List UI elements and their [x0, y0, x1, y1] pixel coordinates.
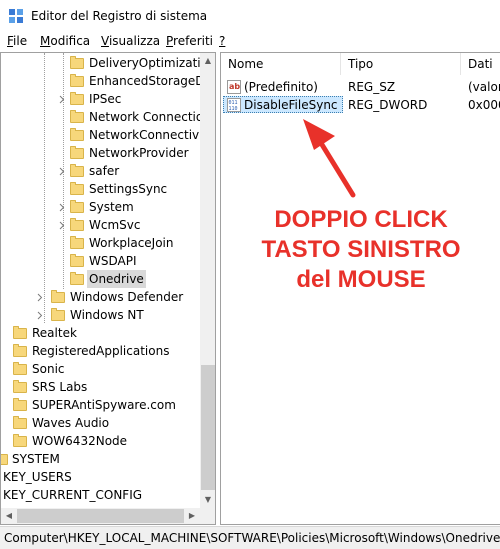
menu-help[interactable]: ? [219, 34, 225, 49]
current-key-path: Computer\HKEY_LOCAL_MACHINE\SOFTWARE\Pol… [4, 531, 500, 545]
scroll-up-arrow-icon[interactable]: ▲ [204, 57, 212, 65]
values-list[interactable]: Nome Tipo Dati ab (Predefinito) REG_SZ (… [220, 52, 500, 525]
tree-line [44, 53, 45, 323]
tree-vertical-scrollbar[interactable]: ▲ ▼ [200, 53, 215, 524]
folder-icon [13, 380, 27, 393]
chevron-right-icon[interactable] [35, 311, 44, 320]
chevron-right-icon[interactable] [57, 167, 66, 176]
folder-icon [13, 434, 27, 447]
chevron-right-icon[interactable] [35, 293, 44, 302]
folder-icon [70, 146, 84, 159]
annotation-line-1: DOPPIO CLICK [274, 206, 448, 233]
folder-icon [70, 200, 84, 213]
registry-editor-icon [9, 9, 23, 23]
menu-visualizza[interactable]: Visualizza [101, 34, 160, 49]
tree-horizontal-scrollbar[interactable]: ◀ ▶ [1, 508, 200, 524]
folder-icon [70, 236, 84, 249]
folder-icon [70, 128, 84, 141]
folder-icon [70, 218, 84, 231]
folder-icon [51, 290, 65, 303]
folder-icon [13, 398, 27, 411]
chevron-right-icon[interactable] [57, 221, 66, 230]
scroll-down-arrow-icon[interactable]: ▼ [204, 496, 212, 504]
chevron-right-icon[interactable] [57, 95, 66, 104]
title-bar: Editor del Registro di sistema [0, 0, 500, 30]
folder-icon [70, 272, 84, 285]
folder-icon [1, 454, 8, 465]
menu-preferiti[interactable]: Preferiti [166, 34, 213, 49]
status-bar: Computer\HKEY_LOCAL_MACHINE\SOFTWARE\Pol… [0, 526, 500, 549]
folder-icon [70, 182, 84, 195]
scroll-left-arrow-icon[interactable]: ◀ [5, 512, 13, 520]
folder-icon [70, 110, 84, 123]
folder-icon [70, 92, 84, 105]
folder-icon [13, 326, 27, 339]
menu-bar: File Modifica Visualizza Preferiti ? [0, 32, 500, 51]
folder-icon [70, 254, 84, 267]
scrollbar-thumb[interactable] [201, 365, 215, 490]
folder-icon [70, 56, 84, 69]
annotation-line-3: del MOUSE [296, 266, 426, 293]
window-title: Editor del Registro di sistema [31, 9, 208, 23]
folder-icon [70, 74, 84, 87]
menu-file[interactable]: File [7, 34, 27, 49]
folder-icon [70, 164, 84, 177]
folder-icon [13, 416, 27, 429]
scrollbar-thumb[interactable] [17, 509, 184, 523]
scroll-right-arrow-icon[interactable]: ▶ [188, 512, 196, 520]
annotation-line-2: TASTO SINISTRO [261, 236, 461, 263]
registry-tree[interactable]: DeliveryOptimization EnhancedStorageDevi… [0, 52, 216, 525]
folder-icon [13, 362, 27, 375]
chevron-right-icon[interactable] [57, 203, 66, 212]
menu-modifica[interactable]: Modifica [40, 34, 90, 49]
folder-icon [13, 344, 27, 357]
folder-icon [51, 308, 65, 321]
